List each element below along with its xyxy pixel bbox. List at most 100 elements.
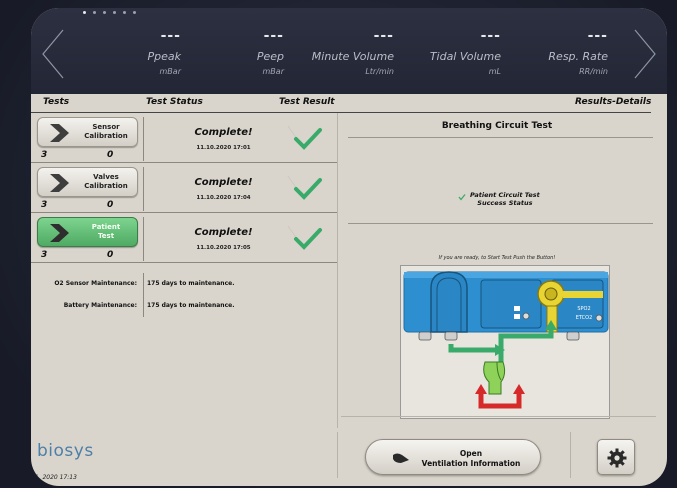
page-dot[interactable] (93, 11, 96, 14)
patient-test-button[interactable]: Patient Test (37, 217, 138, 247)
chevron-right-icon (50, 174, 69, 192)
metric-label: Ppeak (147, 50, 182, 63)
valves-calibration-button[interactable]: Valves Calibration (37, 167, 138, 197)
breathing-circuit-diagram: SPO2 ETCO2 (400, 265, 610, 419)
spo2-label: SPO2 (577, 306, 590, 312)
metric-label: Tidal Volume (429, 50, 501, 63)
divider (337, 432, 338, 478)
metric-tidal-volume: --- Tidal Volume mL (391, 28, 501, 76)
metric-ppeak: --- Ppeak mBar (71, 28, 182, 76)
divider (143, 295, 144, 317)
attempt-count: 3 (41, 150, 48, 160)
previous-page-button[interactable] (39, 28, 67, 80)
settings-button[interactable] (597, 439, 635, 475)
test-row-patient-test: Patient Test 3 0 Complete! 11.10.2020 17:… (31, 213, 337, 263)
attempt-count: 3 (41, 250, 48, 260)
divider (143, 273, 144, 295)
screen: --- Ppeak mBar --- Peep mBar --- Minute … (31, 8, 667, 486)
page-dot[interactable] (103, 11, 106, 14)
page-dot[interactable] (113, 11, 116, 14)
divider (341, 416, 656, 417)
test-timestamp: 11.10.2020 17:01 (196, 145, 251, 151)
chevron-right-icon (50, 224, 69, 242)
table-headers: Tests Test Status Test Result Results-De… (31, 97, 667, 111)
metric-value: --- (263, 28, 284, 44)
test-timestamp: 11.10.2020 17:04 (196, 195, 251, 201)
tests-panel: Sensor Calibration 3 0 Complete! 11.10.20… (31, 113, 337, 428)
battery-maintenance: Battery Maintenance: 175 days to mainten… (31, 295, 337, 317)
maintenance-value: 175 days to maintenance. (147, 280, 235, 287)
test-row-sensor-calibration: Sensor Calibration 3 0 Complete! 11.10.20… (31, 113, 337, 163)
chevron-right-icon (634, 29, 656, 79)
divider (348, 223, 653, 224)
ready-instruction: If you are ready, to Start Test Push the… (438, 255, 556, 261)
metric-resp-rate: --- Resp. Rate RR/min (498, 28, 608, 76)
test-status: Complete! (194, 227, 253, 238)
test-status: Complete! (194, 127, 253, 138)
divider (570, 432, 571, 478)
next-page-button[interactable] (631, 28, 659, 80)
device-frame: --- Ppeak mBar --- Peep mBar --- Minute … (0, 0, 677, 488)
header-results-details: Results-Details (575, 97, 652, 107)
metric-minute-volume: --- Minute Volume Ltr/min (284, 28, 394, 76)
gear-icon (607, 448, 627, 468)
metric-value: --- (160, 28, 181, 44)
button-label: Patient Test (91, 223, 121, 240)
metric-value: --- (373, 28, 394, 44)
biosys-logo: biosys (37, 441, 94, 461)
metrics-bar: --- Ppeak mBar --- Peep mBar --- Minute … (31, 8, 667, 94)
clock: 11. 2020 17:13 (31, 474, 77, 481)
o2-sensor-maintenance: O2 Sensor Maintenance: 175 days to maint… (31, 273, 337, 295)
metric-peep: --- Peep mBar (174, 28, 284, 76)
metric-value: --- (587, 28, 608, 44)
maintenance-label: O2 Sensor Maintenance: (54, 280, 137, 287)
metric-label: Resp. Rate (548, 50, 608, 63)
success-status: Patient Circuit Test Success Status (458, 191, 540, 207)
maintenance-value: 175 days to maintenance. (147, 302, 235, 309)
page-dot[interactable] (123, 11, 126, 14)
metric-value: --- (480, 28, 501, 44)
fail-count: 0 (107, 250, 114, 260)
metric-label: Peep (256, 50, 284, 63)
page-indicator (83, 11, 136, 14)
success-text: Patient Circuit Test Success Status (470, 191, 540, 207)
check-icon (458, 194, 466, 201)
header-test-status: Test Status (146, 97, 203, 107)
header-test-result: Test Result (279, 97, 335, 107)
open-ventilation-information-button[interactable]: Open Ventilation Information (365, 439, 541, 475)
page-dot[interactable] (133, 11, 136, 14)
sensor-calibration-button[interactable]: Sensor Calibration (37, 117, 138, 147)
test-status: Complete! (194, 177, 253, 188)
results-details-panel: Breathing Circuit Test Patient Circuit T… (338, 113, 667, 428)
test-row-valves-calibration: Valves Calibration 3 0 Complete! 11.10.20… (31, 163, 337, 213)
page-dot[interactable] (83, 11, 86, 14)
metric-unit: mBar (159, 67, 181, 76)
metric-unit: RR/min (579, 67, 608, 76)
button-label: Sensor Calibration (84, 123, 128, 140)
divider (143, 217, 144, 261)
divider (348, 137, 653, 138)
fail-count: 0 (107, 200, 114, 210)
check-icon (287, 225, 322, 250)
fail-count: 0 (107, 150, 114, 160)
divider (31, 262, 337, 263)
etco2-label: ETCO2 (576, 315, 593, 321)
check-icon (287, 175, 322, 200)
details-title: Breathing Circuit Test (441, 121, 553, 131)
metric-unit: mL (488, 67, 501, 76)
metric-unit: Ltr/min (365, 67, 394, 76)
metric-label: Minute Volume (311, 50, 394, 63)
attempt-count: 3 (41, 200, 48, 210)
metric-unit: mBar (262, 67, 284, 76)
ventilator-illustration: SPO2 ETCO2 (403, 271, 609, 409)
chevron-right-icon (50, 124, 69, 142)
divider (143, 117, 144, 161)
check-icon (287, 125, 322, 150)
button-label: Open Ventilation Information (421, 449, 521, 468)
maintenance-label: Battery Maintenance: (63, 302, 137, 309)
header-tests: Tests (43, 97, 70, 107)
test-timestamp: 11.10.2020 17:05 (196, 245, 251, 251)
button-label: Valves Calibration (84, 173, 128, 190)
divider (143, 167, 144, 211)
chevron-left-icon (42, 29, 64, 79)
